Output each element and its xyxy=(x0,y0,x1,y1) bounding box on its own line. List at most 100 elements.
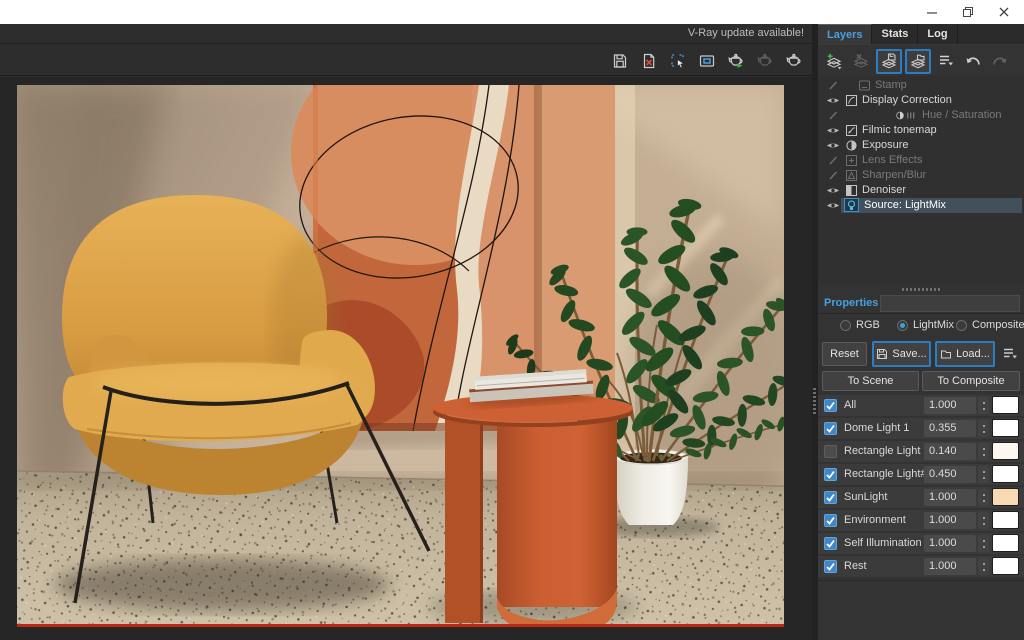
save-layers-preset-button[interactable] xyxy=(876,49,902,74)
value-spinner[interactable] xyxy=(978,512,989,529)
light-checkbox[interactable] xyxy=(824,468,837,481)
light-color-swatch[interactable] xyxy=(992,511,1019,529)
clear-image-button[interactable] xyxy=(636,48,661,73)
value-spinner[interactable] xyxy=(978,397,989,414)
light-value-field[interactable]: 1.000 xyxy=(924,397,976,414)
stop-render-button[interactable] xyxy=(781,48,806,73)
add-layer-button[interactable] xyxy=(822,49,846,73)
light-row-rest[interactable]: Rest 1.000 xyxy=(818,556,1024,577)
render-image[interactable] xyxy=(17,85,784,627)
light-checkbox[interactable] xyxy=(824,422,837,435)
light-color-swatch[interactable] xyxy=(992,442,1019,460)
vray-frame-buffer-window: V-Ray update available! xyxy=(0,0,1024,640)
radio-rgb[interactable]: RGB xyxy=(840,319,880,331)
light-color-swatch[interactable] xyxy=(992,419,1019,437)
apply-buttons-row: To Scene To Composite xyxy=(818,371,1024,392)
layer-row-denoiser[interactable]: Denoiser xyxy=(818,183,1024,198)
layer-row-display-correction[interactable]: Display Correction xyxy=(818,93,1024,108)
light-color-swatch[interactable] xyxy=(992,465,1019,483)
light-row-self-illumination[interactable]: Self Illumination 1.000 xyxy=(818,533,1024,554)
light-value-field[interactable]: 0.355 xyxy=(924,420,976,437)
light-checkbox[interactable] xyxy=(824,399,837,412)
restore-button[interactable] xyxy=(950,0,986,24)
layer-row-exposure[interactable]: Exposure xyxy=(818,138,1024,153)
layer-row-sharpen-blur[interactable]: Sharpen/Blur xyxy=(818,168,1024,183)
load-layers-preset-button[interactable] xyxy=(905,49,931,74)
value-spinner[interactable] xyxy=(978,535,989,552)
load-button[interactable]: Load... xyxy=(935,341,995,367)
region-render-button[interactable] xyxy=(665,48,690,73)
radio-composite[interactable]: Composite xyxy=(956,319,1024,331)
light-checkbox[interactable] xyxy=(824,560,837,573)
layer-row-stamp[interactable]: Stamp xyxy=(818,78,1024,93)
update-notification[interactable]: V-Ray update available! xyxy=(688,27,804,39)
close-button[interactable] xyxy=(986,0,1022,24)
value-spinner[interactable] xyxy=(978,558,989,575)
light-name: SunLight xyxy=(844,487,887,508)
visibility-eye-icon[interactable] xyxy=(826,126,840,135)
light-checkbox[interactable] xyxy=(824,537,837,550)
visibility-off-icon[interactable] xyxy=(826,81,840,90)
light-value-field[interactable]: 0.140 xyxy=(924,443,976,460)
layer-row-hue-saturation[interactable]: Hue / Saturation xyxy=(818,108,1024,123)
light-checkbox[interactable] xyxy=(824,491,837,504)
visibility-eye-icon[interactable] xyxy=(826,96,840,105)
properties-splitter-grip[interactable] xyxy=(818,285,1024,294)
radio-lightmix[interactable]: LightMix xyxy=(897,319,954,331)
light-value-field[interactable]: 1.000 xyxy=(924,512,976,529)
visibility-off-icon[interactable] xyxy=(826,111,840,120)
minimize-button[interactable] xyxy=(914,0,950,24)
visibility-eye-icon[interactable] xyxy=(826,201,840,210)
light-row-sunlight[interactable]: SunLight 1.000 xyxy=(818,487,1024,508)
light-checkbox[interactable] xyxy=(824,514,837,527)
reset-label: Reset xyxy=(830,348,859,360)
light-row-dome-light-1[interactable]: Dome Light 1 0.355 xyxy=(818,418,1024,439)
render-last-button[interactable] xyxy=(723,48,748,73)
layer-row-lens-effects[interactable]: Lens Effects xyxy=(818,153,1024,168)
light-checkbox[interactable] xyxy=(824,445,837,458)
value-spinner[interactable] xyxy=(978,489,989,506)
layer-list: Stamp Display Correction xyxy=(818,76,1024,284)
light-row-rectangle-light-2[interactable]: Rectangle Light 2 0.140 xyxy=(818,441,1024,462)
visibility-eye-icon[interactable] xyxy=(826,141,840,150)
light-color-swatch[interactable] xyxy=(992,488,1019,506)
tab-stats[interactable]: Stats xyxy=(872,24,918,44)
layer-label: Stamp xyxy=(875,78,907,93)
lightmix-presets-menu-button[interactable] xyxy=(999,343,1021,365)
light-value-field[interactable]: 0.450 xyxy=(924,466,976,483)
visibility-eye-icon[interactable] xyxy=(826,186,840,195)
tab-layers[interactable]: Layers xyxy=(818,24,872,44)
value-spinner[interactable] xyxy=(978,443,989,460)
visibility-off-icon[interactable] xyxy=(826,171,840,180)
layer-label: Sharpen/Blur xyxy=(862,168,926,183)
tab-log[interactable]: Log xyxy=(918,24,957,44)
value-spinner[interactable] xyxy=(978,466,989,483)
folder-icon xyxy=(940,348,952,360)
light-color-swatch[interactable] xyxy=(992,557,1019,575)
reset-button[interactable]: Reset xyxy=(822,342,867,366)
panel-divider-grip[interactable] xyxy=(813,388,816,414)
layer-row-source-lightmix[interactable]: Source: LightMix xyxy=(818,198,1024,213)
to-composite-button[interactable]: To Composite xyxy=(922,371,1020,391)
light-value-field[interactable]: 1.000 xyxy=(924,489,976,506)
undo-icon xyxy=(964,52,982,70)
visibility-off-icon[interactable] xyxy=(826,156,840,165)
undo-button[interactable] xyxy=(961,49,985,73)
light-row-rectangle-light1-3[interactable]: Rectangle Light#1 3 0.450 xyxy=(818,464,1024,485)
light-value-field[interactable]: 1.000 xyxy=(924,558,976,575)
layer-row-filmic-tonemap[interactable]: Filmic tonemap xyxy=(818,123,1024,138)
light-row-environment[interactable]: Environment 1.000 xyxy=(818,510,1024,531)
show-whole-image-button[interactable] xyxy=(694,48,719,73)
save-button[interactable]: Save... xyxy=(872,341,931,367)
value-spinner[interactable] xyxy=(978,420,989,437)
light-color-swatch[interactable] xyxy=(992,396,1019,414)
properties-tab[interactable]: Properties xyxy=(824,297,878,309)
layer-label: Source: LightMix xyxy=(864,198,946,213)
light-row-all[interactable]: All 1.000 xyxy=(818,395,1024,416)
light-value-field[interactable]: 1.000 xyxy=(924,535,976,552)
save-image-button[interactable] xyxy=(607,48,632,73)
layer-presets-menu-button[interactable] xyxy=(934,49,958,73)
to-scene-label: To Scene xyxy=(848,375,894,387)
light-color-swatch[interactable] xyxy=(992,534,1019,552)
to-scene-button[interactable]: To Scene xyxy=(822,371,919,391)
